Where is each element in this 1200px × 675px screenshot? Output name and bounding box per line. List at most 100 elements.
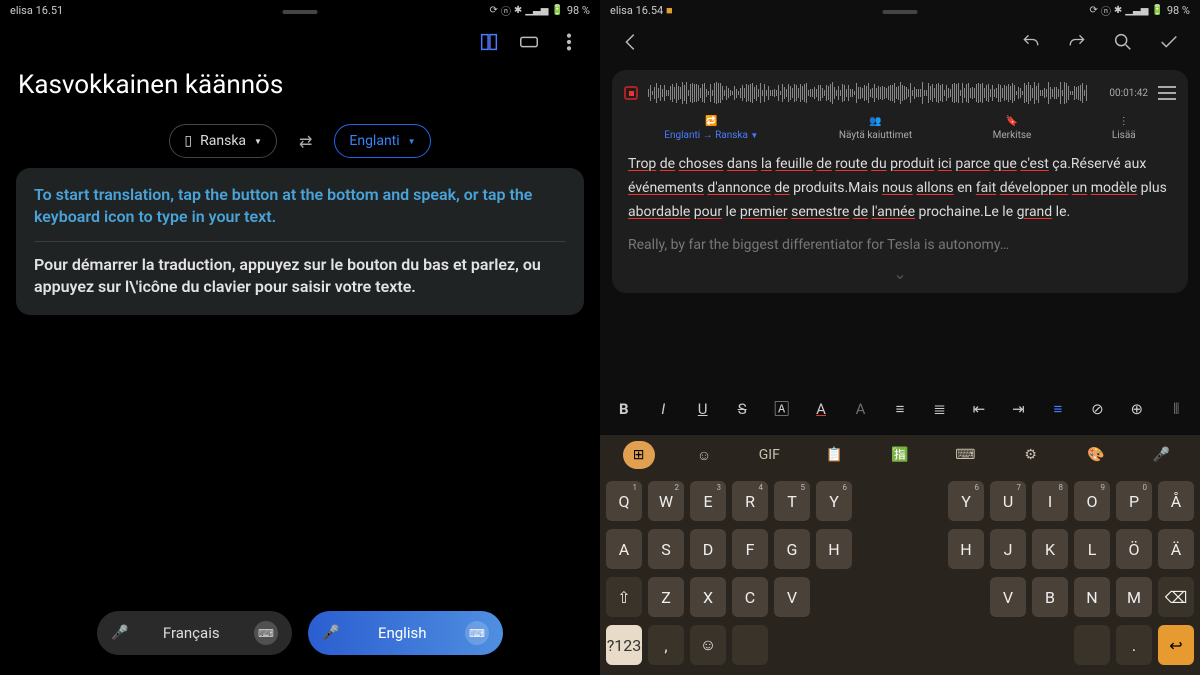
target-language-chip[interactable]: Englanti▼ xyxy=(334,124,430,158)
swap-languages-icon[interactable]: ⇄ xyxy=(299,132,312,151)
list-ol-button[interactable]: ≣ xyxy=(930,400,949,418)
keyboard[interactable]: ⊞ ☺ GIF 📋 🈯 ⌨ ⚙ 🎨 🎤 Q1W2E3R4T5Y6Y6U7I8O9… xyxy=(600,435,1200,675)
strike-button[interactable]: S xyxy=(732,400,751,418)
wave-button[interactable]: ⫴ xyxy=(1167,400,1186,418)
highlight-button[interactable]: A xyxy=(851,400,870,418)
key-P[interactable]: P0 xyxy=(1116,481,1152,521)
key-,[interactable]: , xyxy=(648,625,684,665)
add-button[interactable]: ⊕ xyxy=(1127,400,1146,418)
page-title: Kasvokkainen käännös xyxy=(0,64,600,110)
key-↩[interactable]: ↩ xyxy=(1158,625,1194,665)
key-?123[interactable]: ?123 xyxy=(606,625,642,665)
key-F[interactable]: F xyxy=(732,529,768,569)
key-H[interactable]: H xyxy=(948,529,984,569)
source-language-chip[interactable]: ▯ Ranska▼ xyxy=(169,124,277,158)
key-V[interactable]: V xyxy=(774,577,810,617)
key-O[interactable]: O9 xyxy=(1074,481,1110,521)
recording-card: 00:01:42 🔁 Englanti → Ranska ▼ 👥 Näytä k… xyxy=(612,70,1188,293)
key-⌫[interactable]: ⌫ xyxy=(1158,577,1194,617)
kbd-gif-button[interactable]: GIF xyxy=(753,441,785,469)
key-Ä[interactable]: Ä xyxy=(1158,529,1194,569)
key-.[interactable]: . xyxy=(1116,625,1152,665)
tab-more[interactable]: ⋮ Lisää xyxy=(1112,116,1136,141)
kbd-voice-icon[interactable]: 🎤 xyxy=(1145,441,1177,469)
key-S[interactable]: S xyxy=(648,529,684,569)
kbd-translate2-icon[interactable]: 🈯 xyxy=(884,441,916,469)
bold-button[interactable]: B xyxy=(614,400,633,418)
key-I[interactable]: I8 xyxy=(1032,481,1068,521)
translate-icon: 🔁 xyxy=(705,116,717,127)
key-H[interactable]: H xyxy=(816,529,852,569)
tab-bookmark[interactable]: 🔖 Merkitse xyxy=(993,116,1032,141)
list-icon[interactable] xyxy=(1158,86,1176,100)
key-D[interactable]: D xyxy=(690,529,726,569)
search-icon[interactable] xyxy=(1112,31,1134,53)
line-spacing-button[interactable]: ≡ xyxy=(1048,400,1067,418)
tab-translate[interactable]: 🔁 Englanti → Ranska ▼ xyxy=(664,116,758,141)
expand-icon[interactable]: ⌄ xyxy=(624,260,1176,283)
hint-card: To start translation, tap the button at … xyxy=(16,168,584,315)
key-A[interactable]: A xyxy=(606,529,642,569)
tab-speakers[interactable]: 👥 Näytä kaiuttimet xyxy=(839,116,912,141)
key-R[interactable]: R4 xyxy=(732,481,768,521)
transcript[interactable]: Trop de choses dans la feuille de route … xyxy=(624,141,1176,260)
key-G[interactable]: G xyxy=(774,529,810,569)
key-Q[interactable]: Q1 xyxy=(606,481,642,521)
key-Å[interactable]: Å xyxy=(1158,481,1194,521)
speak-english-button[interactable]: 🎤 English ⌨ xyxy=(308,611,503,655)
key-W[interactable]: W2 xyxy=(648,481,684,521)
key-M[interactable]: M xyxy=(1116,577,1152,617)
format-toolbar: B I U S 🄰 A A ≡ ≣ ⇤ ⇥ ≡ ⊘ ⊕ ⫴ xyxy=(600,390,1200,427)
key-E[interactable]: E3 xyxy=(690,481,726,521)
kbd-theme-icon[interactable]: 🎨 xyxy=(1080,441,1112,469)
key-K[interactable]: K xyxy=(1032,529,1068,569)
undo-icon[interactable] xyxy=(1020,31,1042,53)
indent-button[interactable]: ⇤ xyxy=(969,400,988,418)
redo-icon[interactable] xyxy=(1066,31,1088,53)
book-small-icon: ▯ xyxy=(184,133,192,149)
more-icon[interactable] xyxy=(558,31,580,53)
key-Y[interactable]: Y6 xyxy=(948,481,984,521)
key-X[interactable]: X xyxy=(690,577,726,617)
kbd-sticker-icon[interactable]: ☺ xyxy=(688,441,720,469)
checklist-button[interactable]: ⊘ xyxy=(1088,400,1107,418)
book-icon[interactable] xyxy=(478,31,500,53)
keyboard-icon[interactable]: ⌨ xyxy=(465,621,489,645)
kbd-settings-icon[interactable]: ⚙ xyxy=(1015,441,1047,469)
textcolor-button[interactable]: A xyxy=(811,400,830,418)
record-button[interactable] xyxy=(624,86,638,100)
waveform[interactable] xyxy=(648,80,1099,106)
key-U[interactable]: U7 xyxy=(990,481,1026,521)
key-N[interactable]: N xyxy=(1074,577,1110,617)
speak-french-button[interactable]: 🎤 Français ⌨ xyxy=(97,611,292,655)
drag-handle[interactable] xyxy=(283,10,318,14)
drag-handle[interactable] xyxy=(883,10,918,14)
kbd-menu-icon[interactable]: ⊞ xyxy=(623,441,655,469)
key-☺[interactable]: ☺ xyxy=(690,625,726,665)
underline-button[interactable]: U xyxy=(693,400,712,418)
key-C[interactable]: C xyxy=(732,577,768,617)
aspect-icon[interactable] xyxy=(518,31,540,53)
key-⇧[interactable]: ⇧ xyxy=(606,577,642,617)
mic-icon: 🎤 xyxy=(322,625,339,641)
key-Y[interactable]: Y6 xyxy=(816,481,852,521)
check-icon[interactable] xyxy=(1158,31,1180,53)
hint-english: To start translation, tap the button at … xyxy=(34,184,566,229)
key-Z[interactable]: Z xyxy=(648,577,684,617)
list-ul-button[interactable]: ≡ xyxy=(890,400,909,418)
key-T[interactable]: T5 xyxy=(774,481,810,521)
key-space2[interactable] xyxy=(1074,625,1110,665)
back-icon[interactable] xyxy=(620,31,642,53)
key-L[interactable]: L xyxy=(1074,529,1110,569)
key-V[interactable]: V xyxy=(990,577,1026,617)
key-space[interactable] xyxy=(732,625,768,665)
kbd-clipboard-icon[interactable]: 📋 xyxy=(819,441,851,469)
outdent-button[interactable]: ⇥ xyxy=(1009,400,1028,418)
font-button[interactable]: 🄰 xyxy=(772,398,791,419)
kbd-layout-icon[interactable]: ⌨ xyxy=(949,441,981,469)
italic-button[interactable]: I xyxy=(653,400,672,418)
key-Ö[interactable]: Ö xyxy=(1116,529,1152,569)
key-B[interactable]: B xyxy=(1032,577,1068,617)
keyboard-icon[interactable]: ⌨ xyxy=(254,621,278,645)
key-J[interactable]: J xyxy=(990,529,1026,569)
